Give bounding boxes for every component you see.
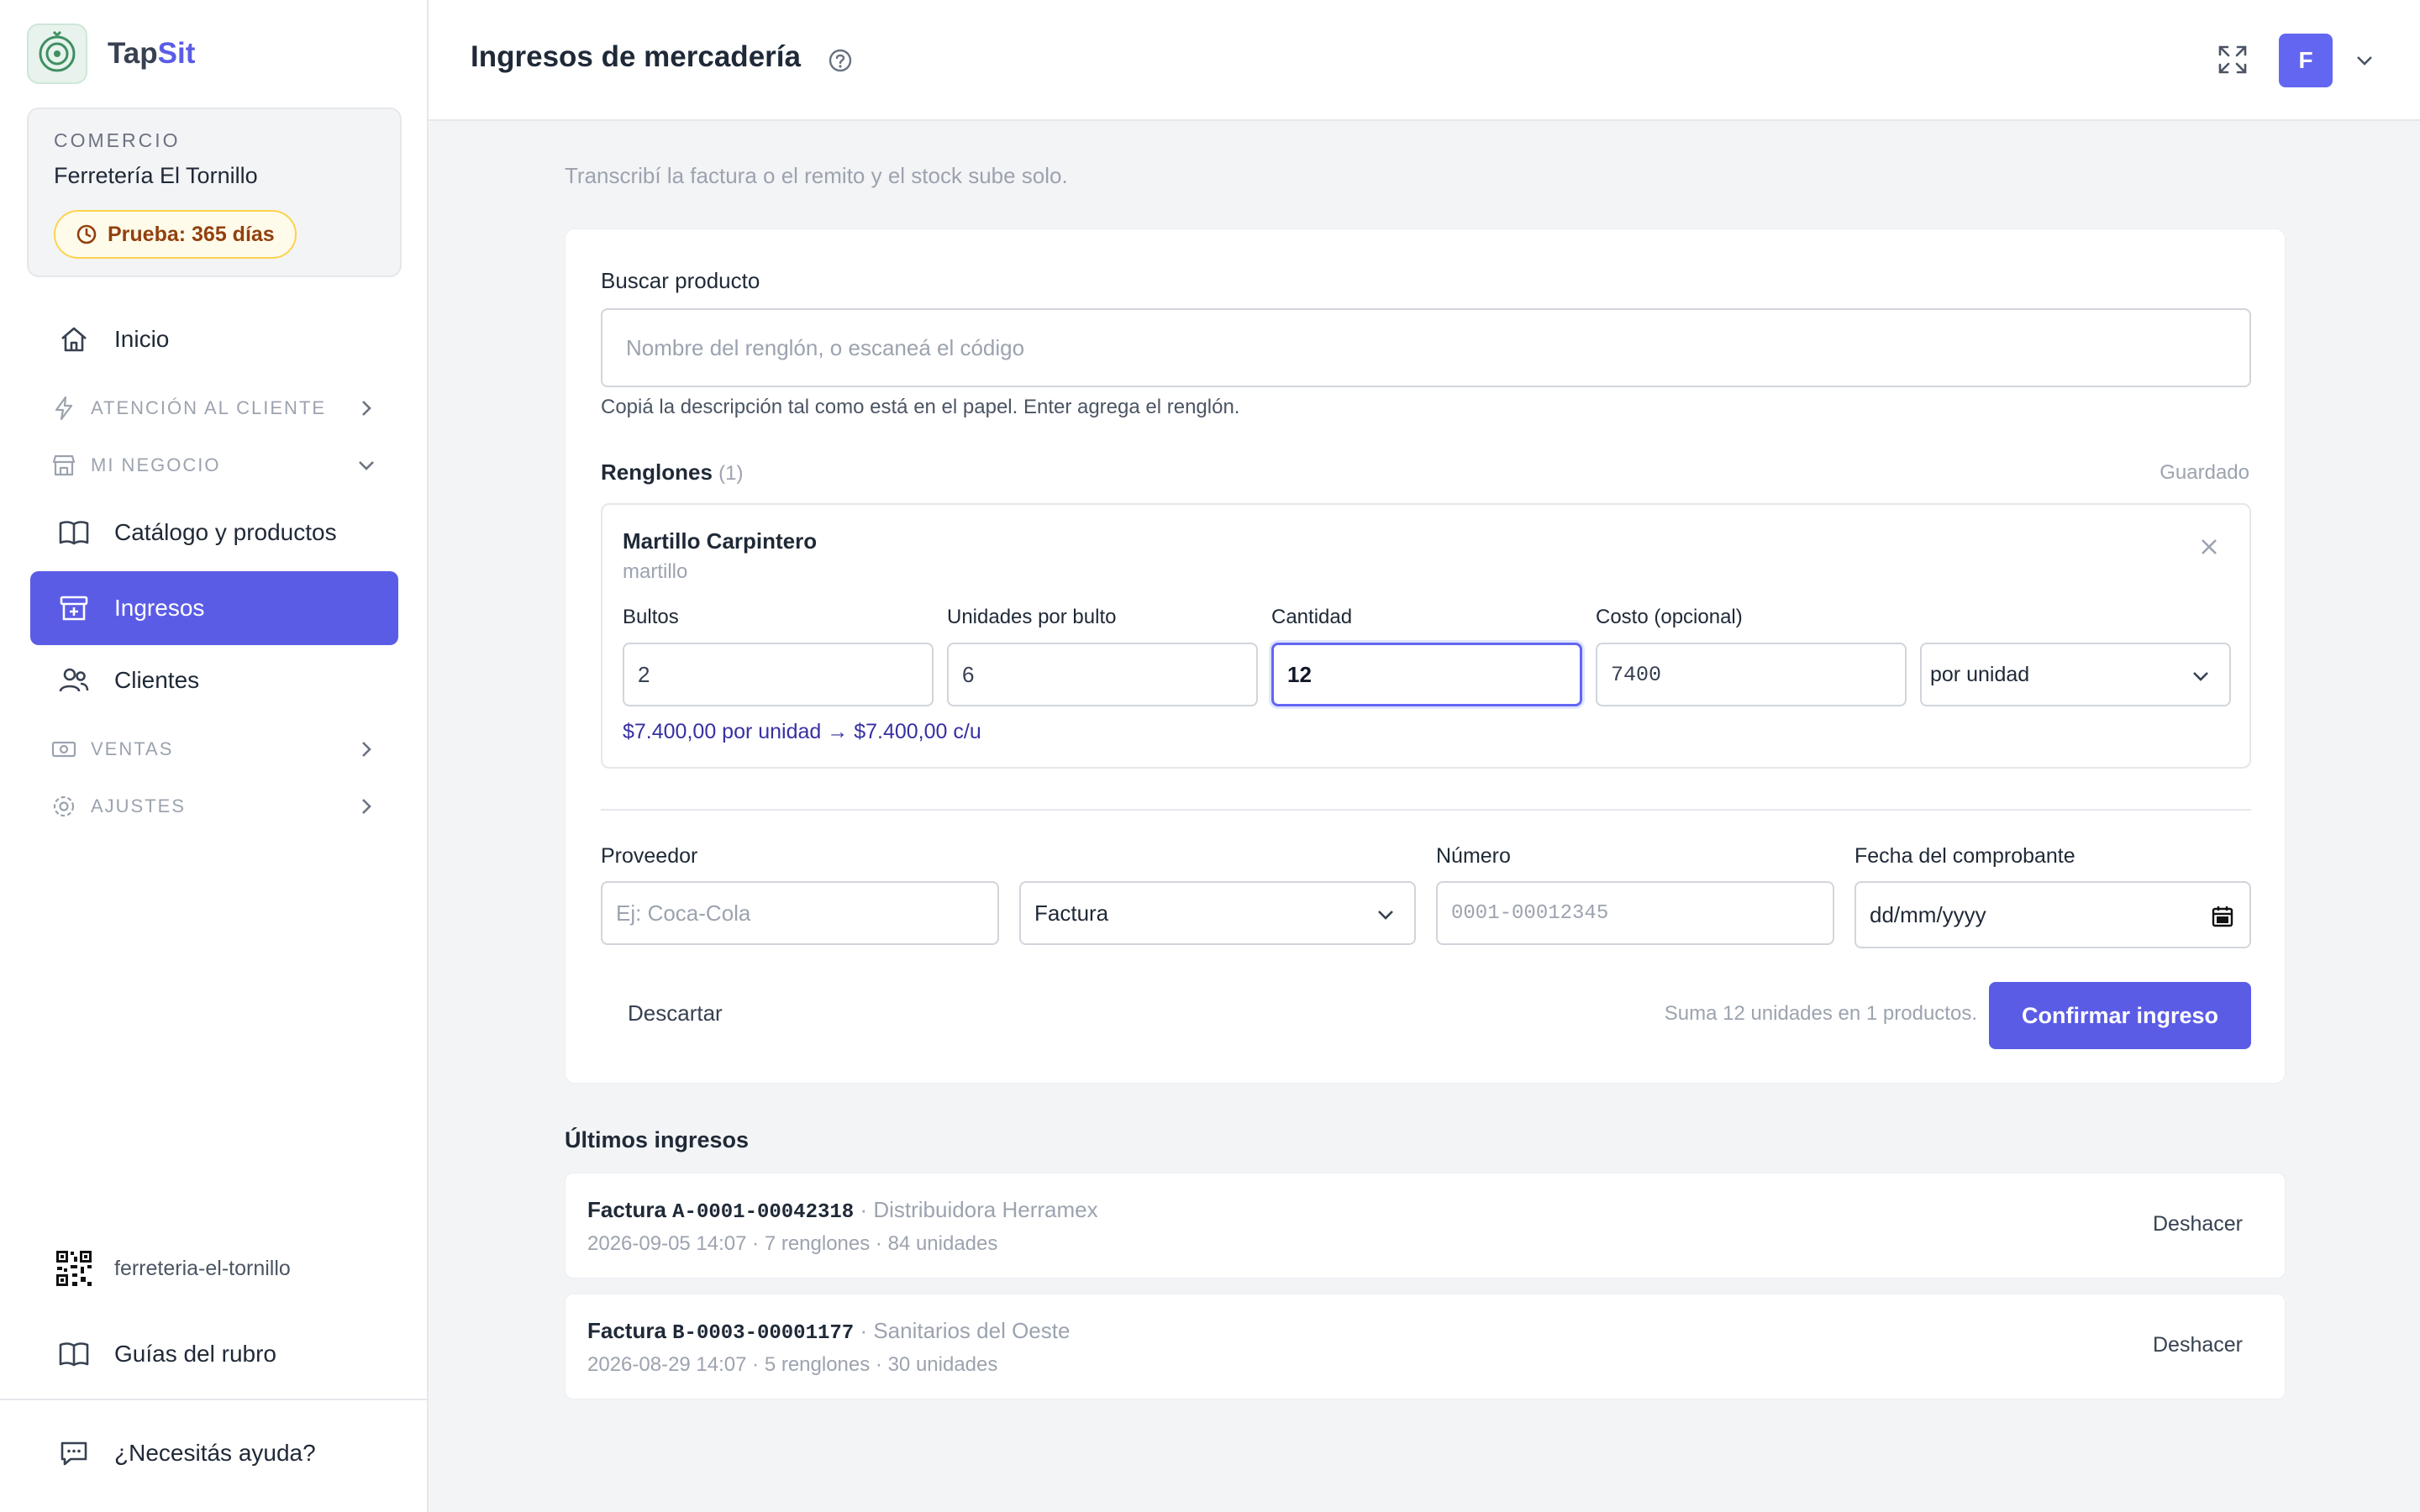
sidebar-item-home[interactable]: Inicio — [30, 302, 398, 376]
list-item: Factura B-0003-00001177 · Sanitarios del… — [565, 1294, 2286, 1399]
sidebar-section-settings[interactable]: AJUSTES — [30, 781, 398, 832]
bultos-input[interactable]: 2 — [623, 643, 934, 706]
chat-icon — [60, 1441, 87, 1466]
store-card: COMERCIO Ferretería El Tornillo Prueba: … — [27, 108, 402, 277]
qr-code-icon — [55, 1250, 92, 1287]
chevron-down-icon[interactable] — [2353, 49, 2376, 72]
search-input[interactable]: Nombre del renglón, o escaneá el código — [601, 308, 2251, 387]
book-open-icon — [59, 1342, 89, 1367]
units-per-bulk-input[interactable]: 6 — [947, 643, 1258, 706]
chevron-right-icon — [362, 401, 371, 416]
chevron-right-icon — [362, 799, 371, 814]
doc-date-input[interactable]: dd/mm/yyyy — [1854, 881, 2251, 948]
cost-mode-select[interactable]: por unidad — [1920, 643, 2231, 706]
store-label: COMERCIO — [54, 129, 181, 151]
list-item: Factura A-0001-00042318 · Distribuidora … — [565, 1173, 2286, 1278]
supplier-input[interactable]: Ej: Coca-Cola — [601, 881, 999, 945]
save-status: Guardado — [2160, 461, 2249, 484]
doc-type-select[interactable]: Factura — [1019, 881, 1416, 945]
quantity-label: Cantidad — [1271, 606, 1353, 628]
income-form-card: Buscar producto Nombre del renglón, o es… — [565, 228, 2286, 1084]
close-icon[interactable] — [2197, 535, 2221, 559]
line-item: Martillo Carpintero martillo Bultos 2 Un… — [601, 503, 2251, 769]
units-label: Unidades por bulto — [947, 606, 1117, 628]
sidebar-section-sales[interactable]: VENTAS — [30, 724, 398, 774]
sidebar-divider — [0, 1399, 427, 1400]
lines-title: Renglones (1) — [601, 459, 744, 485]
supplier-label: Proveedor — [601, 844, 698, 868]
avatar[interactable]: F — [2279, 34, 2333, 87]
form-divider — [601, 809, 2251, 811]
chevron-right-icon — [362, 742, 371, 757]
cash-icon — [51, 741, 76, 758]
sidebar-item-catalog[interactable]: Catálogo y productos — [30, 496, 398, 570]
page-title: Ingresos de mercadería — [471, 40, 801, 73]
home-icon — [61, 327, 87, 352]
search-hint: Copiá la descripción tal como está en el… — [601, 396, 1240, 418]
users-icon — [59, 668, 89, 692]
undo-button[interactable]: Deshacer — [2153, 1212, 2243, 1236]
gear-icon — [53, 795, 75, 817]
chevron-down-icon — [2193, 672, 2208, 681]
sidebar-item-incomes[interactable]: Ingresos — [30, 571, 398, 645]
calendar-icon[interactable] — [2211, 905, 2234, 928]
search-label: Buscar producto — [601, 268, 760, 293]
line-item-name: Martillo Carpintero — [623, 528, 818, 554]
bolt-icon — [55, 396, 73, 421]
recent-title: Últimos ingresos — [565, 1127, 750, 1152]
cost-label: Costo (opcional) — [1596, 606, 1743, 628]
quantity-input[interactable]: 12 — [1271, 643, 1582, 706]
page-subtitle: Transcribí la factura o el remito y el s… — [565, 163, 1068, 188]
discard-button[interactable]: Descartar — [628, 1000, 723, 1026]
help-button[interactable]: ¿Necesitás ayuda? — [30, 1416, 398, 1490]
store-name: Ferretería El Tornillo — [54, 163, 258, 188]
number-label: Número — [1436, 844, 1511, 868]
confirm-income-button[interactable]: Confirmar ingreso — [1989, 982, 2251, 1049]
undo-button[interactable]: Deshacer — [2153, 1333, 2243, 1357]
brand-logo-icon — [27, 24, 87, 84]
line-item-query: martillo — [623, 560, 688, 583]
brand[interactable]: TapSit — [27, 24, 195, 84]
total-summary: Suma 12 unidades en 1 productos. — [1664, 1002, 1977, 1025]
chevron-down-icon — [1378, 911, 1393, 920]
top-header: Ingresos de mercadería F — [429, 0, 2420, 121]
chevron-down-icon — [359, 461, 374, 470]
trial-badge: Prueba: 365 días — [54, 210, 297, 259]
sidebar-section-customer[interactable]: ATENCIÓN AL CLIENTE — [30, 383, 398, 433]
cost-summary: $7.400,00 por unidad → $7.400,00 c/u — [623, 720, 981, 743]
date-label: Fecha del comprobante — [1854, 844, 2075, 868]
doc-number-input[interactable]: 0001-00012345 — [1436, 881, 1834, 945]
sidebar-section-business[interactable]: MI NEGOCIO — [30, 440, 398, 491]
store-qr-link[interactable]: ferreteria-el-tornillo — [30, 1231, 398, 1305]
sidebar-item-clients[interactable]: Clientes — [30, 643, 398, 717]
cost-input[interactable]: 7400 — [1596, 643, 1907, 706]
fullscreen-icon[interactable] — [2215, 42, 2250, 77]
help-circle-icon[interactable] — [825, 45, 855, 76]
archive-plus-icon — [60, 596, 88, 621]
sidebar-item-guides[interactable]: Guías del rubro — [30, 1317, 398, 1391]
book-open-icon — [59, 521, 89, 545]
bultos-label: Bultos — [623, 606, 679, 628]
clock-icon — [76, 224, 97, 244]
brand-name: TapSit — [108, 37, 196, 70]
sidebar: TapSit COMERCIO Ferretería El Tornillo P… — [0, 0, 429, 1512]
store-icon — [52, 454, 76, 476]
